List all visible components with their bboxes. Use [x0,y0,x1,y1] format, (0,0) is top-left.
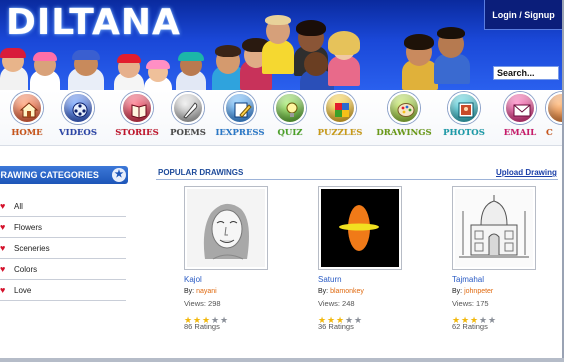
drawing-card: Saturn By: blamonkey Views: 248 ★★★★★ 36… [318,186,428,336]
pencil-paper-icon [224,92,256,124]
star-rating[interactable]: ★★★★★ [318,310,363,325]
star-icon: ★ [112,168,126,182]
by-prefix: By: [184,288,195,295]
nav-label-stories: STORIES [115,128,159,138]
drawing-title[interactable]: Tajmahal [452,275,484,284]
puzzle-icon [324,92,356,124]
drawing-card: Tajmahal By: johnpeter Views: 175 ★★★★★ … [452,186,562,336]
category-item-colors[interactable]: ♥ Colors [0,259,126,280]
page-bottom-edge [0,358,564,362]
quill-pen-icon [172,92,204,124]
nav-label-quiz: QUIZ [277,128,303,138]
nav-item-puzzles[interactable]: PUZZLES [312,90,368,146]
category-label: Flowers [14,223,43,232]
nav-label-photos: PHOTOS [443,128,485,138]
film-reel-icon [62,92,94,124]
nav-item-poems[interactable]: POEMS [160,90,216,146]
nav-label-puzzles: PUZZLES [317,128,363,138]
sidebar-title: DRAWING CATEGORIES [0,170,99,180]
palette-icon [388,92,420,124]
section-divider [156,179,558,180]
nav-label-poems: POEMS [170,128,206,138]
category-label: All [14,202,23,211]
drawing-author-line: By: johnpeter [452,288,493,295]
category-item-sceneries[interactable]: ♥ Sceneries [0,238,126,259]
site-logo[interactable]: DILTANA [6,2,181,43]
photo-frame-icon [448,92,480,124]
star-rating[interactable]: ★★★★★ [184,310,229,325]
house-icon [11,92,43,124]
category-item-all[interactable]: ♥ All [0,196,126,217]
search-input[interactable] [493,66,559,80]
nav-item-partial[interactable]: C [540,90,562,146]
drawing-author[interactable]: blamonkey [330,288,364,295]
drawing-author[interactable]: nayani [196,288,217,295]
by-prefix: By: [318,288,329,295]
heart-icon: ♥ [0,285,6,295]
drawing-views: Views: 175 [452,299,489,308]
category-label: Love [14,286,32,295]
drawing-title[interactable]: Kajol [184,275,202,284]
book-icon [121,92,153,124]
drawing-author-line: By: blamonkey [318,288,364,295]
nav-item-photos[interactable]: PHOTOS [436,90,492,146]
star-empty-icon[interactable]: ★ [354,315,363,325]
star-rating[interactable]: ★★★★★ [452,310,497,325]
sidebar-header: DRAWING CATEGORIES ★ [0,166,128,184]
partial-icon [546,92,562,124]
nav-label-iexpress: IEXPRESS [215,128,265,138]
drawing-thumbnail-tajmahal[interactable] [452,186,536,270]
main-nav: HOME VIDEOS STORIES POEMS IEXPRESS QUIZ [0,90,562,146]
section-title: POPULAR DRAWINGS [158,168,244,177]
drawing-author-line: By: nayani [184,288,217,295]
lightbulb-icon [274,92,306,124]
nav-label-home: HOME [11,128,43,138]
heart-icon: ♥ [0,201,6,211]
drawing-ratings-count: 86 Ratings [184,322,220,331]
heart-icon: ♥ [0,222,6,232]
category-item-love[interactable]: ♥ Love [0,280,126,301]
drawing-views: Views: 298 [184,299,221,308]
drawing-card: Kajol By: nayani Views: 298 ★★★★★ 86 Rat… [184,186,294,336]
drawing-ratings-count: 36 Ratings [318,322,354,331]
drawing-author[interactable]: johnpeter [464,288,493,295]
drawing-thumbnail-saturn[interactable] [318,186,402,270]
drawing-title[interactable]: Saturn [318,275,342,284]
header-banner: DILTANA Login / Signup Search... [0,0,562,90]
drawing-thumbnail-kajol[interactable] [184,186,268,270]
nav-item-stories[interactable]: STORIES [109,90,165,146]
nav-label-videos: VIDEOS [59,128,97,138]
heart-icon: ♥ [0,243,6,253]
category-label: Colors [14,265,38,274]
nav-label-partial: C [546,128,553,138]
upload-drawing-link[interactable]: Upload Drawing [496,168,557,177]
nav-item-videos[interactable]: VIDEOS [50,90,106,146]
star-empty-icon[interactable]: ★ [488,315,497,325]
drawing-ratings-count: 62 Ratings [452,322,488,331]
nav-item-quiz[interactable]: QUIZ [262,90,318,146]
category-label: Sceneries [14,244,50,253]
category-item-flowers[interactable]: ♥ Flowers [0,217,126,238]
star-empty-icon[interactable]: ★ [220,315,229,325]
nav-item-home[interactable]: HOME [0,90,55,146]
envelope-icon [504,92,536,124]
login-signup-link[interactable]: Login / Signup [484,0,562,30]
nav-item-iexpress[interactable]: IEXPRESS [212,90,268,146]
by-prefix: By: [452,288,463,295]
nav-item-drawings[interactable]: DRAWINGS [376,90,432,146]
nav-label-drawings: DRAWINGS [376,128,432,138]
drawing-views: Views: 248 [318,299,355,308]
heart-icon: ♥ [0,264,6,274]
